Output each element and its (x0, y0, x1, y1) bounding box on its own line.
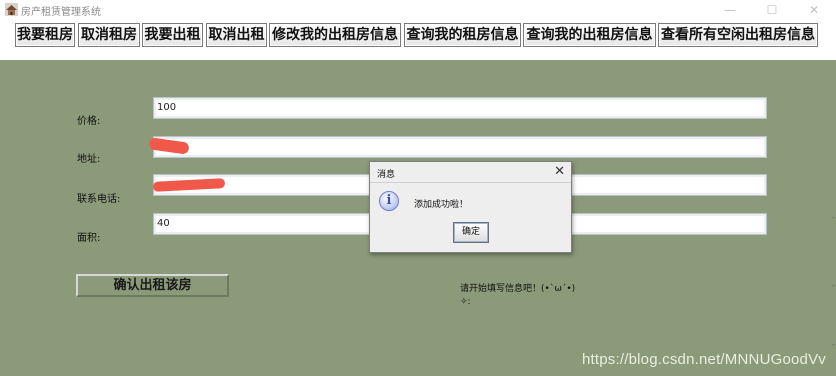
watermark-url: https://blog.csdn.net/MNNUGoodVv (581, 351, 826, 368)
edge-mark: - (832, 281, 835, 290)
view-vacant-listings-button[interactable]: 查看所有空闲出租房信息 (658, 23, 818, 47)
hint-line-2: ✧: (460, 297, 471, 307)
ok-button[interactable]: 确定 (453, 222, 489, 243)
window-titlebar: 房产租赁管理系统 — ☐ ✕ (0, 0, 836, 20)
price-label: 价格: (77, 116, 101, 127)
rent-house-button[interactable]: 我要租房 (15, 23, 75, 47)
minimize-icon[interactable]: — (710, 0, 750, 20)
price-field[interactable]: 100 (153, 97, 767, 119)
hint-text: 请开始填写信息吧！(•ˋωˊ•) ✧: (460, 283, 575, 309)
cancel-rent-button[interactable]: 取消租房 (78, 23, 140, 47)
query-my-listings-button[interactable]: 查询我的出租房信息 (523, 23, 656, 47)
address-label: 地址: (77, 154, 101, 165)
dialog-message: 添加成功啦！ (414, 200, 469, 210)
close-icon[interactable]: ✕ (794, 0, 834, 20)
edit-my-listing-button[interactable]: 修改我的出租房信息 (269, 23, 401, 47)
query-my-rentals-button[interactable]: 查询我的租房信息 (404, 23, 521, 47)
edge-mark: - (832, 213, 835, 222)
edge-mark: - (832, 340, 835, 349)
phone-label: 联系电话: (77, 194, 121, 205)
dialog-divider (370, 182, 571, 183)
window-title: 房产租赁管理系统 (21, 7, 101, 18)
confirm-listing-button[interactable]: 确认出租该房 (76, 274, 229, 297)
cancel-listing-button[interactable]: 取消出租 (206, 23, 267, 47)
list-for-rent-button[interactable]: 我要出租 (142, 23, 203, 47)
maximize-icon[interactable]: ☐ (752, 0, 792, 20)
app-house-icon (5, 3, 18, 16)
area-label: 面积: (77, 233, 101, 244)
hint-line-1: 请开始填写信息吧！(•ˋωˊ•) (460, 284, 576, 294)
info-icon: i (379, 191, 399, 211)
message-dialog: 消息 ✕ i 添加成功啦！ 确定 (369, 161, 572, 253)
dialog-title: 消息 (377, 170, 396, 180)
dialog-close-icon[interactable]: ✕ (554, 164, 565, 179)
address-field[interactable] (153, 136, 767, 158)
main-toolbar: 我要租房 取消租房 我要出租 取消出租 修改我的出租房信息 查询我的租房信息 查… (0, 20, 836, 60)
